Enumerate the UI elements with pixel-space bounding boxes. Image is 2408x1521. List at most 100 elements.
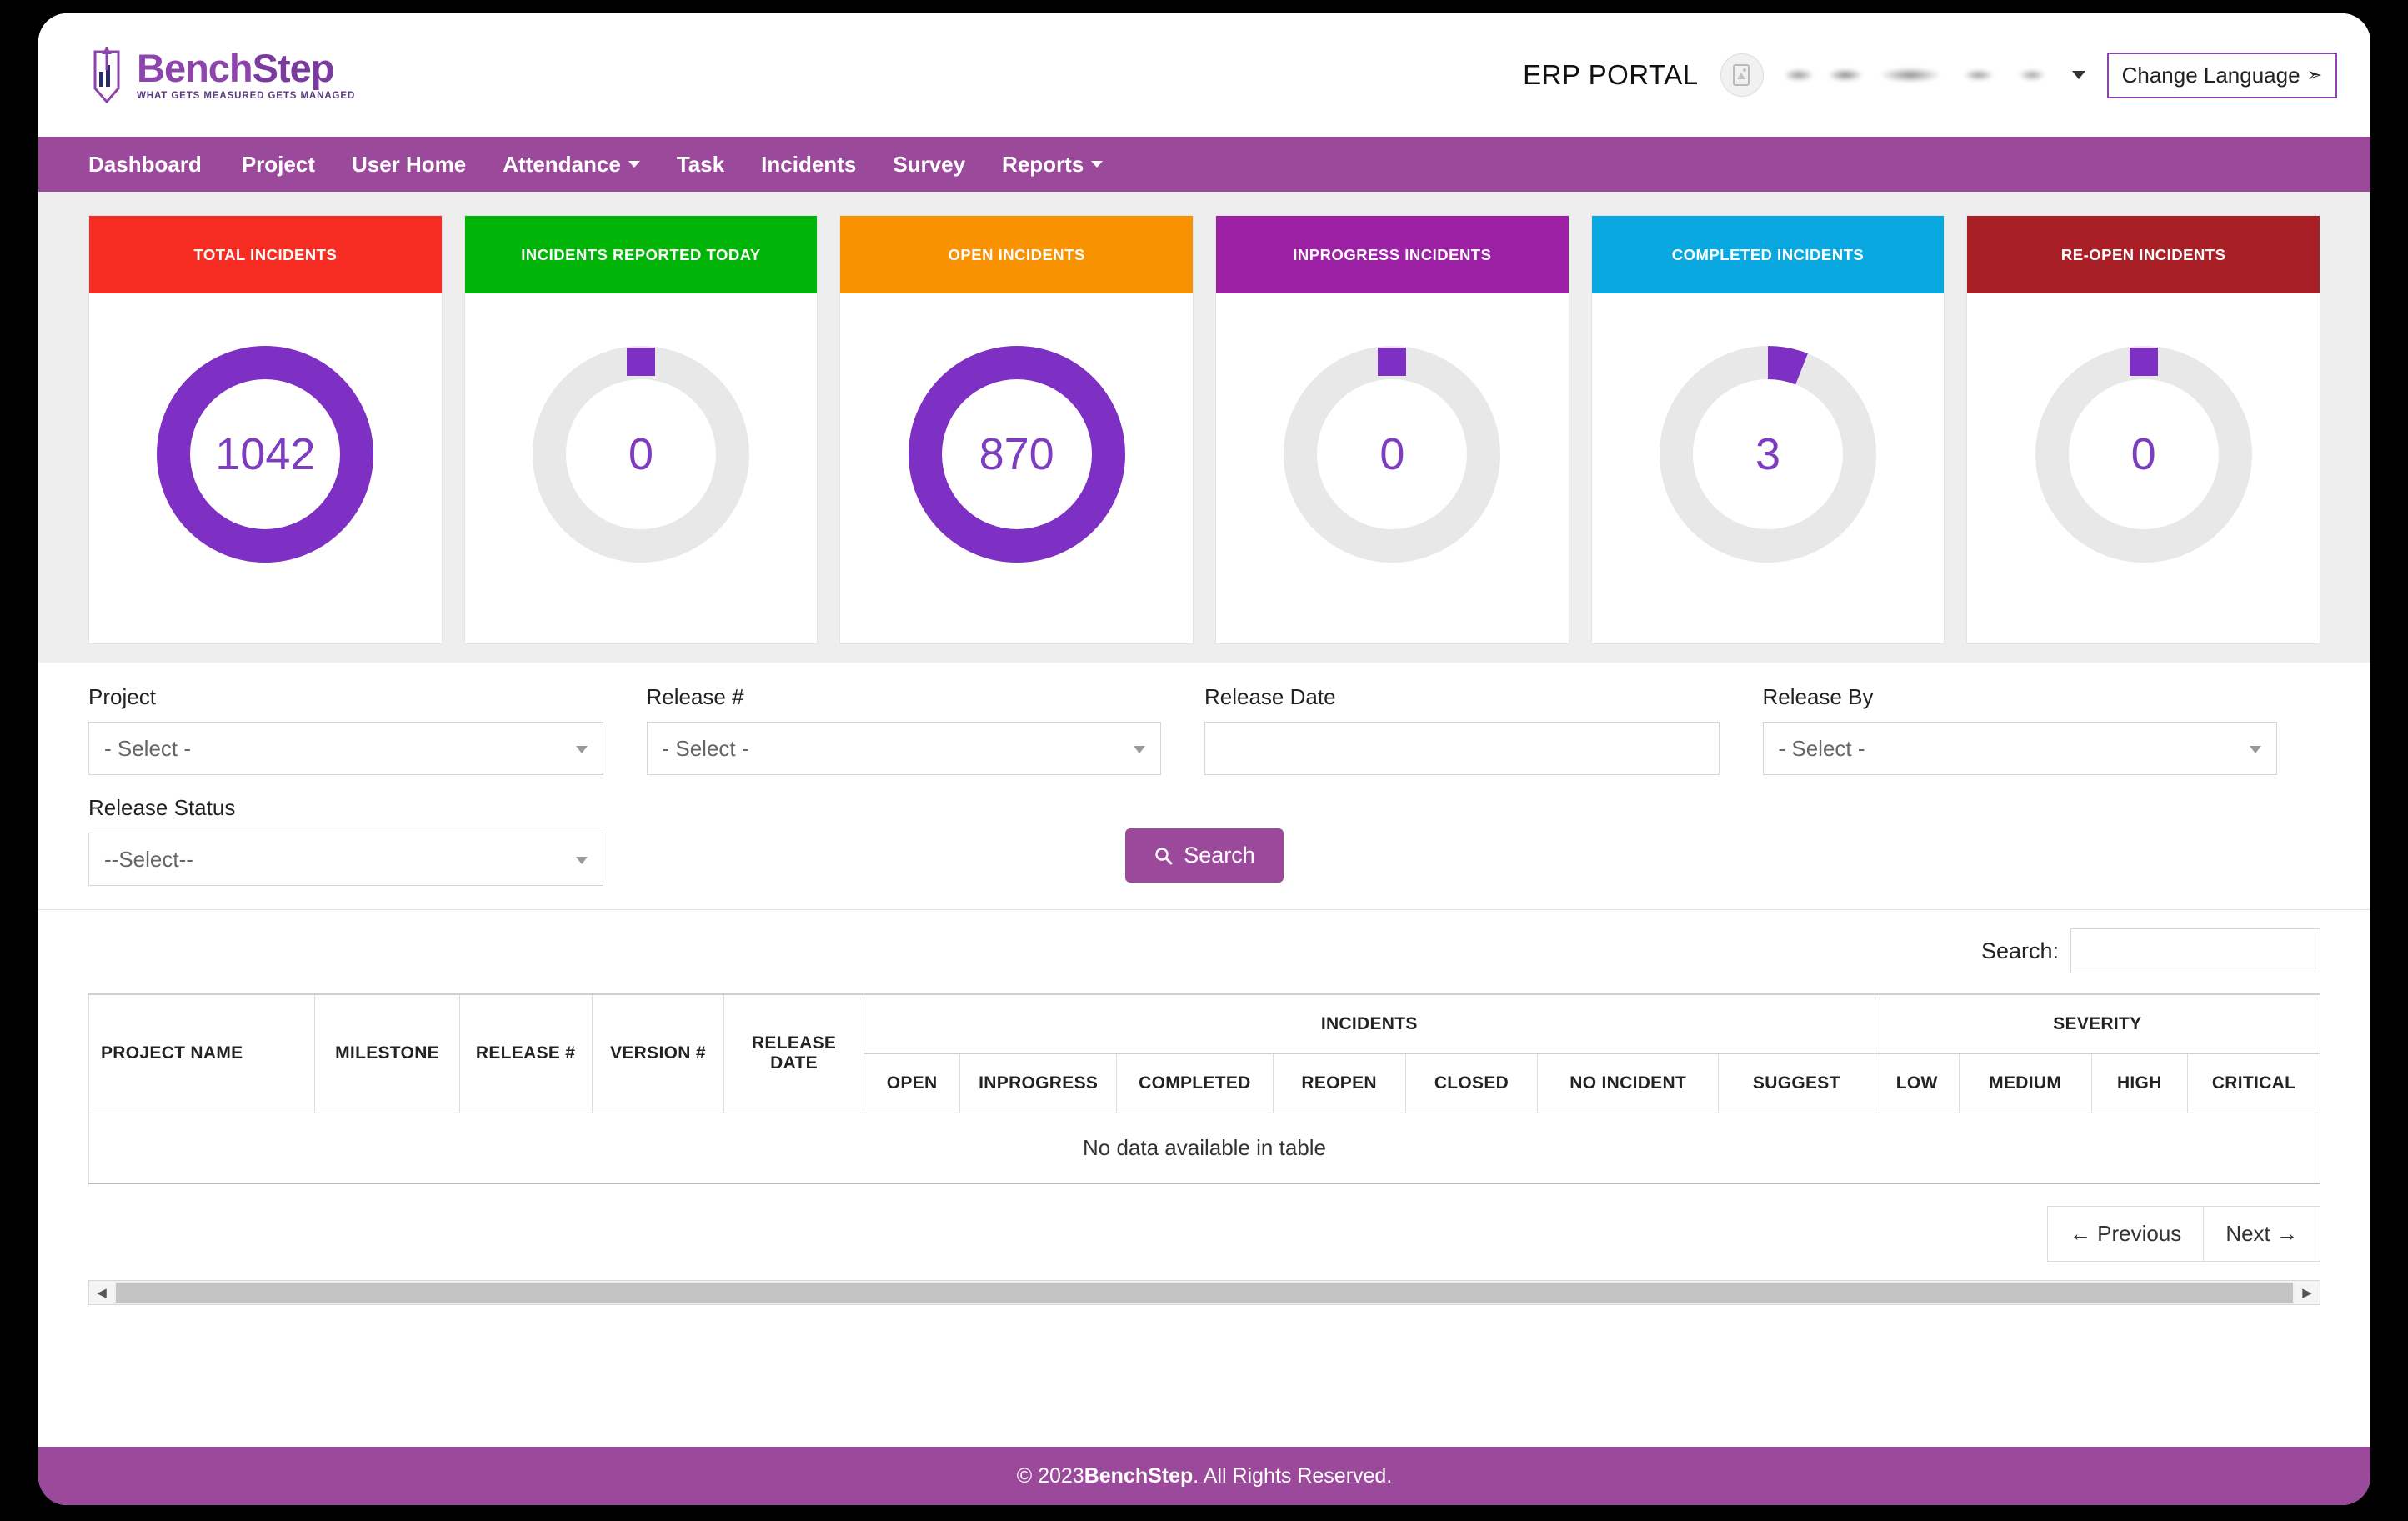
table-column-header[interactable]: LOW	[1874, 1053, 1960, 1113]
brand-name-part2: Step	[252, 46, 335, 91]
filter-row-2: Release Status --Select-- Search	[88, 795, 2320, 886]
brand-name-part1: Bench	[137, 46, 253, 91]
kpi-card[interactable]: COMPLETED INCIDENTS 3	[1590, 215, 1945, 644]
table-column-header[interactable]: SUGGEST	[1717, 1053, 1875, 1113]
table-column-header[interactable]: PROJECT NAME	[88, 993, 316, 1113]
release-date-input[interactable]	[1204, 722, 1720, 775]
kpi-card-body: 870	[840, 293, 1194, 643]
kpi-card-header: COMPLETED INCIDENTS	[1591, 216, 1945, 293]
filter-release-date: Release Date	[1204, 684, 1763, 775]
nav-item-task[interactable]: Task	[658, 137, 743, 192]
table-empty-row: No data available in table	[88, 1112, 2320, 1184]
incidents-table: PROJECT NAME MILESTONE RELEASE # VERSION # R…	[88, 993, 2321, 1184]
footer-copyright-prefix: © 2023	[1016, 1463, 1084, 1488]
filter-release-number-label: Release #	[646, 684, 744, 709]
next-page-button[interactable]: Next →	[2204, 1205, 2320, 1262]
kpi-card-body: 0	[1216, 293, 1569, 643]
table-column-header[interactable]: CLOSED	[1404, 1053, 1539, 1113]
donut-chart: 0	[532, 345, 750, 563]
change-language-button[interactable]: Change Language ➣	[2106, 52, 2337, 98]
release-status-select[interactable]: --Select--	[88, 833, 603, 886]
table-head: PROJECT NAME MILESTONE RELEASE # VERSION # R…	[88, 993, 2321, 1113]
kpi-card-header: INCIDENTS REPORTED TODAY	[464, 216, 818, 293]
erp-portal-title: ERP PORTAL	[1523, 59, 1699, 90]
kpi-card-title: INPROGRESS INCIDENTS	[1293, 245, 1492, 263]
project-select-value: - Select -	[104, 735, 192, 761]
table-column-header[interactable]: MEDIUM	[1958, 1053, 2092, 1113]
kpi-card[interactable]: INCIDENTS REPORTED TODAY 0	[463, 215, 819, 644]
datatable-search: Search:	[88, 928, 2320, 973]
donut-value: 870	[979, 429, 1054, 479]
table-column-header[interactable]: COMPLETED	[1116, 1053, 1274, 1113]
incidents-table-section: Search: PROJECT NAME MILESTONE RELEASE # VE…	[38, 910, 2370, 1305]
chevron-down-icon	[2250, 746, 2261, 753]
bar-chart-pen-logo-icon	[88, 45, 125, 105]
table-header-row-1: PROJECT NAME MILESTONE RELEASE # VERSION # R…	[88, 993, 2321, 1113]
nav-item-survey[interactable]: Survey	[874, 137, 984, 192]
kpi-card[interactable]: INPROGRESS INCIDENTS 0	[1215, 215, 1569, 644]
user-avatar-icon	[1732, 64, 1750, 86]
footer-brand: BenchStep	[1084, 1463, 1194, 1488]
horizontal-scrollbar[interactable]: ◀ ▶	[88, 1279, 2320, 1305]
nav-item-label: Task	[676, 151, 725, 177]
scroll-left-arrow-icon[interactable]: ◀	[89, 1280, 114, 1304]
table-column-header[interactable]: RELEASE DATE	[723, 993, 864, 1113]
search-button[interactable]: Search	[1125, 828, 1284, 883]
release-by-select[interactable]: - Select -	[1762, 722, 2277, 775]
donut-value: 0	[2130, 429, 2156, 479]
nav-item-reports[interactable]: Reports	[984, 137, 1121, 192]
nav-item-incidents[interactable]: Incidents	[743, 137, 874, 192]
table-column-header[interactable]: INPROGRESS	[959, 1053, 1118, 1113]
brand-name: BenchStep	[137, 48, 355, 88]
donut-value: 3	[1755, 429, 1781, 479]
datatable-search-input[interactable]	[2070, 928, 2320, 973]
filter-release-number: Release # - Select -	[646, 684, 1205, 775]
release-by-select-value: - Select -	[1778, 735, 1865, 761]
kpi-card[interactable]: RE-OPEN INCIDENTS 0	[1966, 215, 2321, 644]
kpi-card-header: RE-OPEN INCIDENTS	[1967, 216, 2320, 293]
footer-copyright-suffix: . All Rights Reserved.	[1193, 1463, 1393, 1488]
filter-release-date-label: Release Date	[1204, 684, 1336, 709]
table-column-header[interactable]: RELEASE #	[458, 993, 593, 1113]
table-column-header[interactable]: OPEN	[863, 1053, 961, 1113]
table-column-header[interactable]: CRITICAL	[2187, 1053, 2320, 1113]
filter-panel: Project - Select - Release # - Select - …	[38, 663, 2370, 894]
kpi-card-title: TOTAL INCIDENTS	[193, 245, 338, 263]
pagination: ← Previous Next →	[88, 1205, 2320, 1262]
nav-item-label: Survey	[893, 151, 966, 177]
empty-message: No data available in table	[88, 1112, 2320, 1184]
kpi-card-header: TOTAL INCIDENTS	[89, 216, 442, 293]
table-column-header[interactable]: NO INCIDENT	[1537, 1053, 1719, 1113]
nav-item-attendance[interactable]: Attendance	[484, 137, 658, 192]
kpi-card-strip: TOTAL INCIDENTS 1042 INCIDENTS REPORTED TO…	[38, 192, 2370, 663]
release-number-select[interactable]: - Select -	[646, 722, 1161, 775]
kpi-card-title: INCIDENTS REPORTED TODAY	[521, 245, 761, 263]
kpi-card-header: OPEN INCIDENTS	[840, 216, 1194, 293]
nav-item-project[interactable]: Project	[223, 137, 333, 192]
kpi-card-title: RE-OPEN INCIDENTS	[2060, 245, 2226, 263]
nav-item-label: Dashboard	[88, 151, 202, 177]
user-account-menu[interactable]	[1785, 66, 2085, 84]
chevron-down-icon	[575, 746, 588, 753]
table-column-header[interactable]: HIGH	[2090, 1053, 2189, 1113]
table-column-header[interactable]: REOPEN	[1272, 1053, 1406, 1113]
nav-item-label: Attendance	[503, 151, 621, 177]
kpi-card[interactable]: OPEN INCIDENTS 870	[839, 215, 1194, 644]
avatar[interactable]	[1720, 53, 1764, 97]
search-button-container: Search	[647, 795, 1763, 883]
table-column-header[interactable]: VERSION #	[591, 993, 725, 1113]
project-select[interactable]: - Select -	[88, 722, 603, 775]
search-button-label: Search	[1184, 843, 1255, 868]
nav-item-dashboard[interactable]: Dashboard	[88, 137, 223, 192]
table-column-header[interactable]: MILESTONE	[314, 993, 460, 1113]
previous-page-button[interactable]: ← Previous	[2046, 1205, 2205, 1262]
donut-chart: 0	[2035, 345, 2253, 563]
datatable-search-label: Search:	[1980, 938, 2059, 963]
scroll-right-arrow-icon[interactable]: ▶	[2295, 1280, 2320, 1304]
user-email-label	[1785, 66, 2060, 84]
brand-logo[interactable]: BenchStep WHAT GETS MEASURED GETS MANAGE…	[88, 45, 355, 105]
kpi-card[interactable]: TOTAL INCIDENTS 1042	[88, 215, 443, 644]
nav-item-user-home[interactable]: User Home	[333, 137, 484, 192]
app-window: BenchStep WHAT GETS MEASURED GETS MANAGE…	[38, 13, 2370, 1505]
scrollbar-thumb[interactable]	[116, 1282, 2293, 1303]
